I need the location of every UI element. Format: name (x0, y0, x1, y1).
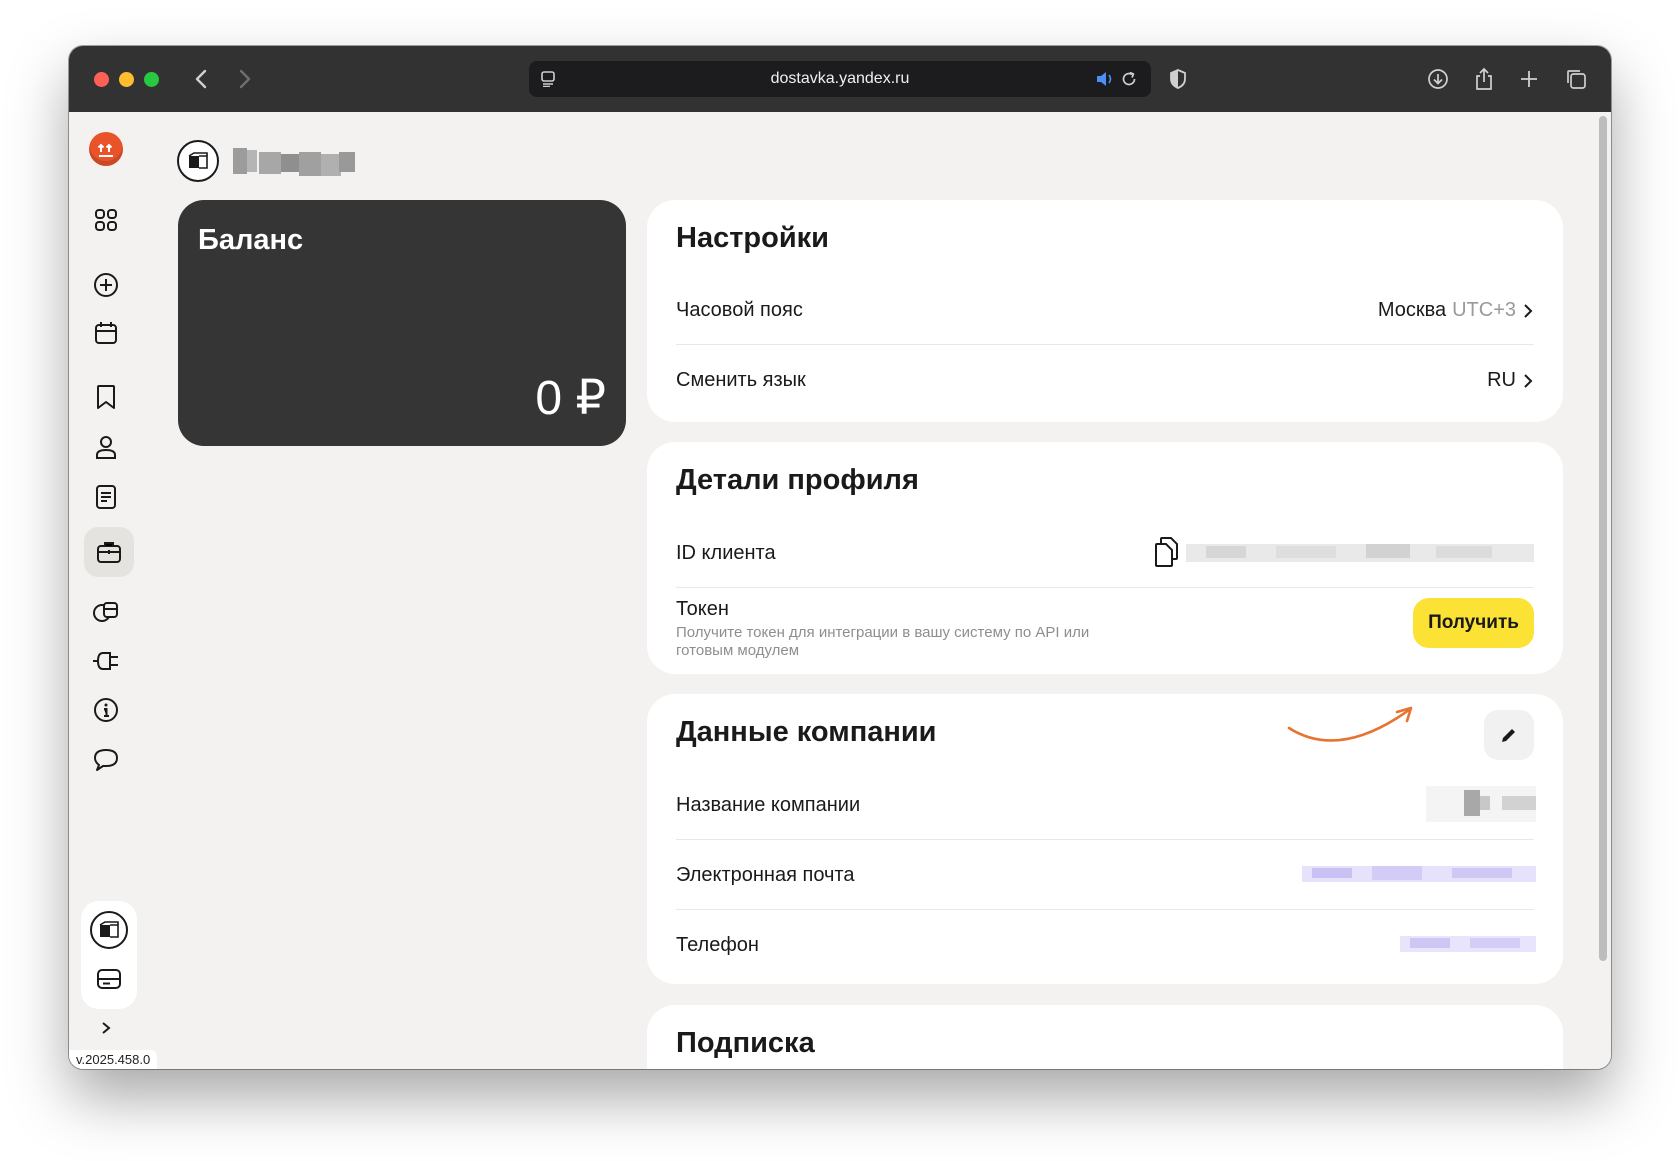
timezone-city: Москва (1377, 299, 1447, 321)
reload-icon[interactable] (1113, 63, 1145, 95)
company-avatar[interactable] (177, 140, 219, 182)
annotation-arrow (1287, 706, 1413, 742)
edit-company-button[interactable] (1484, 710, 1534, 760)
phone-blurred (1400, 934, 1536, 956)
client-id-row: ID клиента (676, 518, 1534, 587)
timezone-value: Москва UTC+3 (1378, 299, 1534, 322)
sidebar: v.2025.458.0 (69, 112, 158, 1069)
privacy-shield-icon[interactable] (1162, 63, 1194, 95)
downloads-icon[interactable] (1422, 63, 1454, 95)
address-bar[interactable]: dostavka.yandex.ru (529, 61, 1151, 97)
profile-details-card: Детали профиля ID клиента Токен Получите… (647, 442, 1563, 674)
dashboard-icon[interactable] (90, 204, 122, 236)
settings-title: Настройки (676, 222, 830, 254)
info-icon[interactable] (90, 694, 122, 726)
company-name-row: Название компании (676, 770, 1536, 839)
company-name-blurred (1426, 784, 1536, 824)
yandex-delivery-logo-icon[interactable] (89, 132, 123, 166)
language-value: RU (1487, 369, 1534, 392)
company-title: Данные компании (676, 716, 937, 748)
phone-row: Телефон (676, 910, 1536, 979)
url-text: dostavka.yandex.ru (770, 70, 910, 87)
balance-amount: 0 ₽ (535, 372, 606, 425)
timezone-label: Часовой пояс (676, 299, 803, 321)
subscription-title: Подписка (676, 1027, 815, 1059)
balance-card[interactable]: Баланс 0 ₽ (178, 200, 626, 446)
timezone-offset: UTC+3 (1452, 299, 1516, 321)
page-content: v.2025.458.0 Баланс 0 ₽ Настройки Часово… (69, 112, 1611, 1069)
phone-label: Телефон (676, 934, 759, 956)
token-label: Токен (676, 598, 729, 620)
language-code: RU (1487, 369, 1516, 391)
new-tab-icon[interactable] (1513, 63, 1545, 95)
sidebar-account-panel (81, 901, 137, 1009)
token-row: Токен Получите токен для интеграции в ва… (676, 588, 1534, 668)
email-row: Электронная почта (676, 840, 1536, 909)
settings-card: Настройки Часовой пояс Москва UTC+3 Смен… (647, 200, 1563, 422)
payment-card-icon[interactable] (93, 963, 125, 995)
chevron-right-icon (1524, 373, 1533, 388)
client-id-label: ID клиента (676, 542, 776, 564)
briefcase-icon[interactable] (84, 527, 134, 577)
copy-icon[interactable] (1153, 536, 1179, 573)
calendar-icon[interactable] (90, 317, 122, 349)
expand-sidebar-icon[interactable] (90, 1016, 122, 1040)
balance-title: Баланс (198, 224, 304, 256)
chevron-right-icon (1524, 303, 1533, 318)
timezone-row[interactable]: Часовой пояс Москва UTC+3 (676, 275, 1534, 344)
account-avatar[interactable] (90, 911, 128, 949)
chat-icon[interactable] (90, 744, 122, 776)
page-scrollbar[interactable] (1599, 116, 1607, 961)
plug-icon[interactable] (90, 645, 122, 677)
forward-icon[interactable] (229, 63, 261, 95)
maximize-window-button[interactable] (144, 72, 159, 87)
company-name-label: Название компании (676, 794, 861, 816)
email-blurred (1302, 864, 1536, 886)
get-token-button[interactable]: Получить (1413, 598, 1534, 648)
language-label: Сменить язык (676, 369, 806, 391)
profile-title: Детали профиля (676, 464, 919, 496)
email-label: Электронная почта (676, 864, 855, 886)
back-icon[interactable] (185, 63, 217, 95)
token-hint: Получите токен для интеграции в вашу сис… (676, 624, 1090, 659)
add-order-icon[interactable] (90, 269, 122, 301)
browser-toolbar: dostavka.yandex.ru (69, 46, 1611, 112)
boxes-icon[interactable] (90, 596, 122, 628)
pencil-icon (1502, 729, 1515, 742)
bookmark-icon[interactable] (90, 381, 122, 413)
language-row[interactable]: Сменить язык RU (676, 345, 1534, 414)
client-id-blurred (1186, 542, 1534, 564)
subscription-card: Подписка (647, 1005, 1563, 1069)
close-window-button[interactable] (94, 72, 109, 87)
share-icon[interactable] (1468, 63, 1500, 95)
document-icon[interactable] (90, 481, 122, 513)
browser-window: dostavka.yandex.ru v.2025.458.0 Баланс 0… (69, 46, 1611, 1069)
minimize-window-button[interactable] (119, 72, 134, 87)
user-icon[interactable] (90, 431, 122, 463)
account-name-blurred (233, 144, 359, 180)
tab-overview-icon[interactable] (1560, 63, 1592, 95)
app-version: v.2025.458.0 (69, 1050, 158, 1069)
